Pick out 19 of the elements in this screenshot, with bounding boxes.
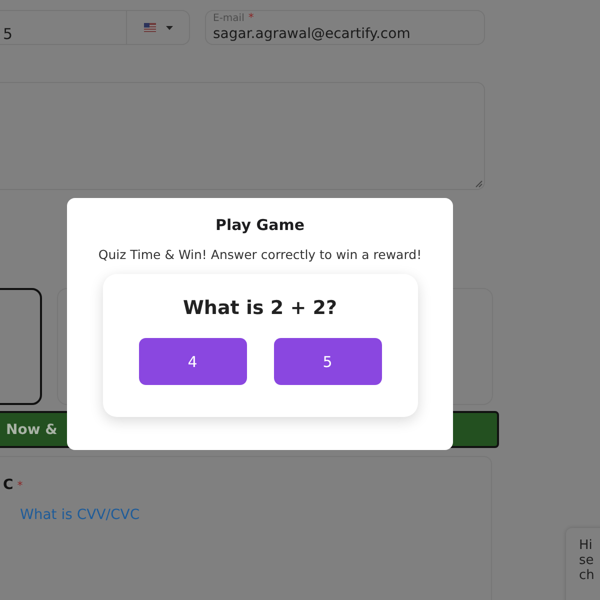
answer-button[interactable]: 4	[138, 338, 246, 385]
caret-icon	[166, 26, 172, 30]
cvv-label: C	[3, 477, 14, 493]
chat-text: Hi	[579, 538, 594, 553]
phone-field[interactable]: 5	[0, 10, 190, 45]
email-value: sagar.agrawal@ecartify.com	[213, 26, 412, 43]
flag-icon	[144, 23, 156, 32]
chat-text: ch	[579, 568, 596, 583]
chat-bubble[interactable]: Hi se ch	[566, 528, 600, 600]
required-mark: *	[17, 479, 23, 492]
answer-button[interactable]: 5	[274, 338, 382, 385]
option-card[interactable]	[0, 288, 42, 405]
quiz-question: What is 2 + 2?	[182, 297, 338, 319]
phone-value: 5	[2, 24, 14, 44]
required-mark: *	[248, 11, 254, 24]
dialog-subtitle: Quiz Time & Win! Answer correctly to win a reward!	[98, 247, 422, 262]
dialog-title: Play Game	[215, 216, 305, 234]
resize-handle-icon[interactable]	[475, 180, 483, 188]
chat-text: se	[579, 553, 595, 568]
